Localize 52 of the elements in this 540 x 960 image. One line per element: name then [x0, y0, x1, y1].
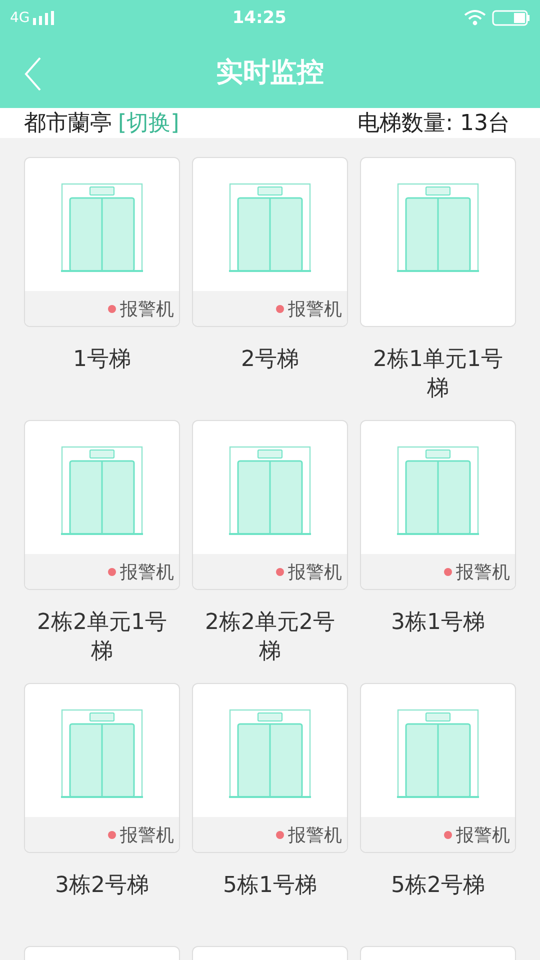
alarm-status: 报警机 [120, 298, 174, 320]
elevator-card[interactable]: 报警机 [192, 157, 348, 327]
elevator-icon [229, 182, 311, 272]
alarm-dot [276, 304, 284, 312]
elevator-name: 5栋2号梯 [390, 872, 486, 900]
alarm-dot [444, 830, 452, 838]
elevator-icon [61, 182, 143, 272]
elevator-card[interactable]: 报警机 [192, 683, 348, 853]
alarm-dot [108, 304, 116, 312]
alarm-status: 报警机 [288, 560, 342, 584]
elevator-name: 2号梯 [240, 346, 300, 374]
elevator-name: 3栋2号梯 [54, 872, 150, 900]
alarm-dot [108, 568, 116, 576]
elevator-card[interactable]: 报警机 [24, 683, 180, 853]
elevator-icon [229, 446, 311, 536]
elevator-name: 2栋2单元2号梯 [204, 609, 336, 666]
alarm-dot [444, 568, 452, 576]
network-indicator: 4G [10, 10, 55, 26]
alarm-status: 报警机 [456, 560, 510, 584]
wifi-icon [464, 10, 486, 26]
back-icon[interactable] [24, 57, 42, 91]
elevator-icon [397, 182, 479, 272]
battery-icon [492, 10, 530, 26]
elevator-icon [61, 446, 143, 536]
page-title: 实时监控 [216, 56, 324, 90]
community-name: 都市蘭亭 [24, 110, 112, 138]
elevator-count: 电梯数量: 13台 [358, 110, 510, 138]
alarm-status: 报警机 [456, 824, 510, 846]
alarm-dot [108, 830, 116, 838]
alarm-dot [276, 830, 284, 838]
elevator-icon [61, 708, 143, 798]
elevator-card[interactable]: 报警机 [360, 683, 516, 853]
elevator-card[interactable]: 报警机 [192, 420, 348, 590]
alarm-status: 报警机 [120, 824, 174, 846]
elevator-name: 2栋2单元1号梯 [36, 609, 168, 666]
elevator-card[interactable] [360, 157, 516, 327]
elevator-icon [229, 708, 311, 798]
alarm-status: 报警机 [288, 824, 342, 846]
alarm-dot [276, 568, 284, 576]
elevator-name: 2栋1单元1号梯 [372, 346, 504, 403]
elevator-name: 1号梯 [72, 346, 132, 374]
elevator-icon [397, 708, 479, 798]
signal-icon [32, 11, 55, 25]
elevator-card[interactable]: 报警机 [24, 157, 180, 327]
elevator-name: 3栋1号梯 [390, 609, 486, 637]
elevator-icon [397, 446, 479, 536]
status-time: 14:25 [232, 8, 286, 28]
elevator-name: 5栋1号梯 [222, 872, 318, 900]
alarm-status: 报警机 [288, 298, 342, 320]
alarm-status: 报警机 [120, 560, 174, 584]
elevator-card[interactable]: 报警机 [24, 420, 180, 590]
elevator-card[interactable]: 报警机 [360, 420, 516, 590]
